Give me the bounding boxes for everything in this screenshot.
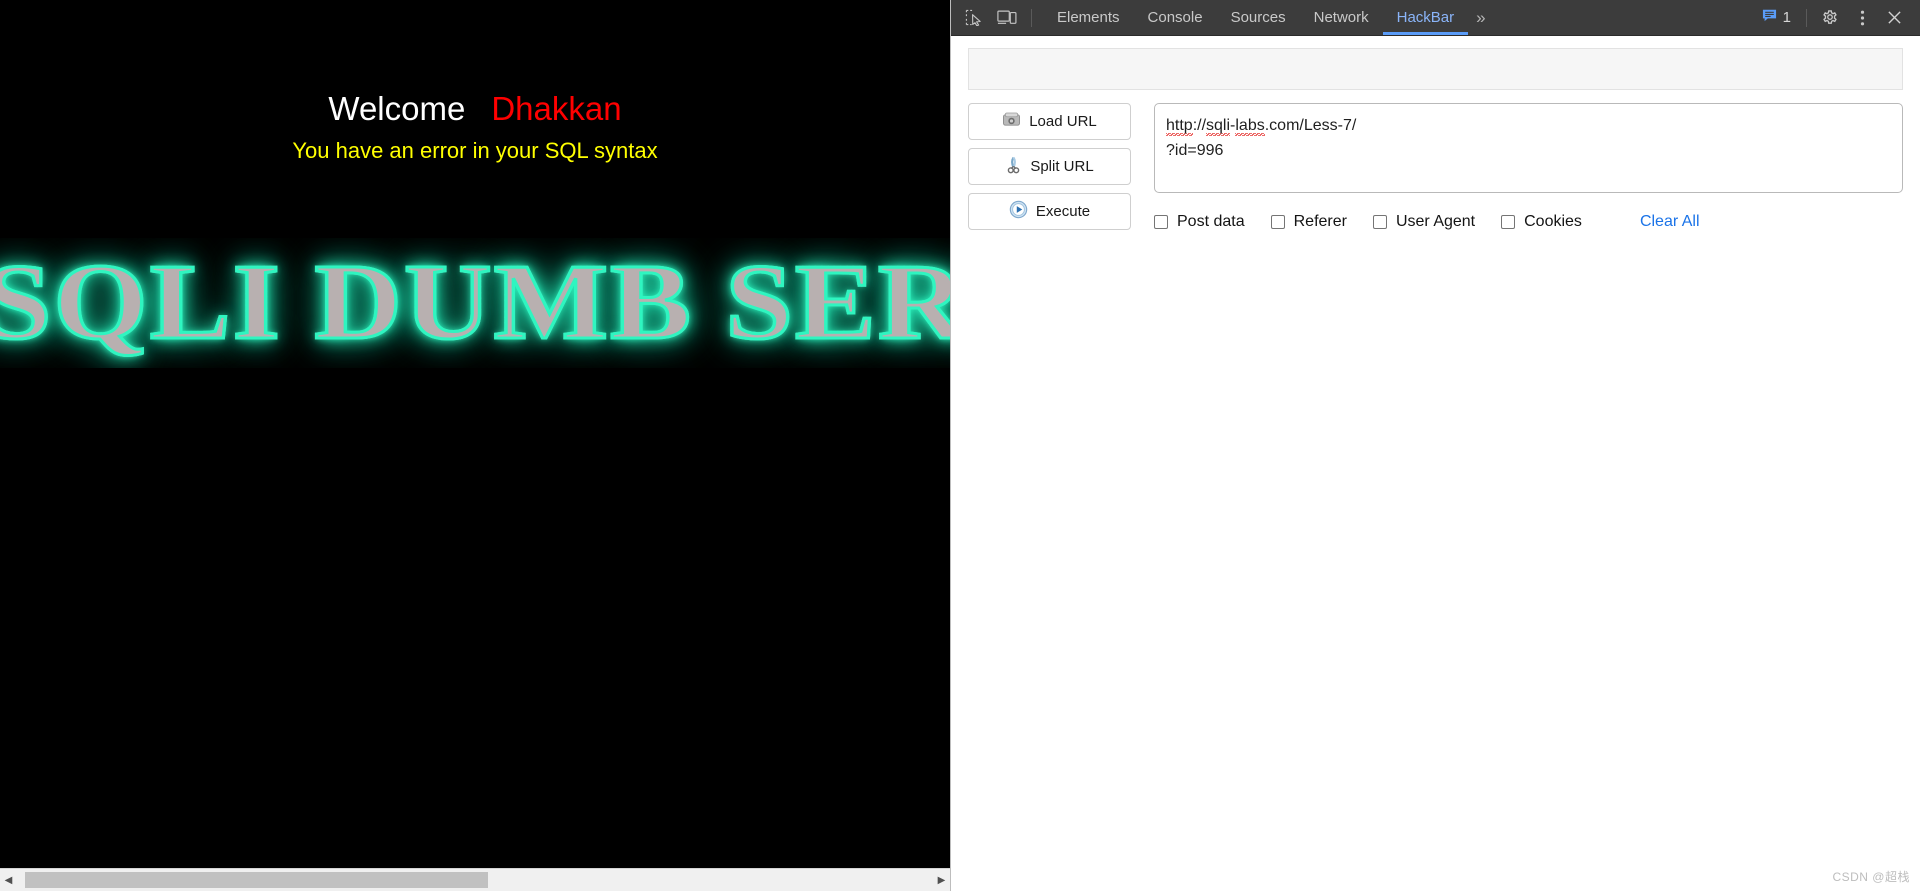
hackbar-body: Load URL Split URL Execute http://sqli-l… xyxy=(951,90,1920,231)
more-tabs-icon[interactable]: » xyxy=(1468,0,1493,35)
sql-error-message: You have an error in your SQL syntax xyxy=(292,138,658,163)
split-url-button[interactable]: Split URL xyxy=(968,148,1131,185)
execute-label: Execute xyxy=(1035,203,1091,220)
page-horizontal-scrollbar[interactable]: ◀ ▶ xyxy=(0,868,950,891)
hackbar-right-column: http://sqli-labs.com/Less-7/ ?id=996 Pos… xyxy=(1154,103,1903,231)
scissors-icon xyxy=(1005,156,1022,178)
tab-network[interactable]: Network xyxy=(1300,0,1383,35)
tab-elements[interactable]: Elements xyxy=(1043,0,1134,35)
user-agent-option[interactable]: User Agent xyxy=(1372,213,1476,231)
play-icon xyxy=(1009,200,1028,223)
scrollbar-thumb[interactable] xyxy=(25,872,488,888)
browser-page-pane: Welcome Dhakkan You have an error in your… xyxy=(0,0,950,891)
load-url-icon xyxy=(1002,112,1021,132)
sqli-banner: SQLI DUMB SERIES xyxy=(0,238,950,368)
referer-option[interactable]: Referer xyxy=(1270,213,1347,231)
cookies-label: Cookies xyxy=(1524,213,1582,230)
devtools-toolbar: Elements Console Sources Network HackBar… xyxy=(951,0,1920,36)
toolbar-divider-right xyxy=(1806,8,1807,27)
watermark: CSDN @超栈 xyxy=(1832,870,1910,884)
post-data-checkbox[interactable] xyxy=(1154,215,1168,229)
post-data-option[interactable]: Post data xyxy=(1154,213,1245,231)
inspect-element-icon[interactable] xyxy=(956,0,990,35)
url-scheme: http xyxy=(1166,117,1193,136)
welcome-username: Dhakkan xyxy=(491,90,622,127)
url-input[interactable]: http://sqli-labs.com/Less-7/ ?id=996 xyxy=(1154,103,1903,193)
url-line-1: http://sqli-labs.com/Less-7/ xyxy=(1166,113,1891,138)
kebab-menu-icon[interactable] xyxy=(1846,2,1878,34)
tab-sources[interactable]: Sources xyxy=(1217,0,1300,35)
url-host-part-2: labs xyxy=(1235,117,1265,136)
device-toolbar-icon[interactable] xyxy=(990,0,1024,35)
url-line-2: ?id=996 xyxy=(1166,142,1224,159)
console-message-icon xyxy=(1762,8,1777,28)
split-url-label: Split URL xyxy=(1030,158,1094,175)
hackbar-button-column: Load URL Split URL Execute xyxy=(968,103,1131,230)
cookies-checkbox[interactable] xyxy=(1501,215,1516,229)
gear-icon[interactable] xyxy=(1814,2,1846,34)
hackbar-output-box xyxy=(968,48,1903,90)
welcome-word: Welcome xyxy=(328,90,466,127)
referer-label: Referer xyxy=(1293,213,1347,230)
load-url-label: Load URL xyxy=(1029,113,1097,130)
tab-console[interactable]: Console xyxy=(1134,0,1217,35)
toolbar-divider xyxy=(1031,8,1032,27)
console-messages-button[interactable]: 1 xyxy=(1754,8,1799,28)
page-content: Welcome Dhakkan You have an error in your… xyxy=(0,0,950,868)
tab-hackbar[interactable]: HackBar xyxy=(1382,0,1469,35)
welcome-heading: Welcome Dhakkan xyxy=(0,92,950,125)
referer-checkbox[interactable] xyxy=(1270,215,1285,229)
user-agent-label: User Agent xyxy=(1395,213,1476,230)
scroll-left-arrow-icon[interactable]: ◀ xyxy=(0,869,17,891)
clear-all-link[interactable]: Clear All xyxy=(1640,213,1700,231)
hackbar-options-row: Post data Referer User Agent Cookies Cle… xyxy=(1154,213,1903,231)
url-path: .com/Less-7/ xyxy=(1264,117,1357,134)
scrollbar-track[interactable] xyxy=(17,869,933,891)
devtools-pane: Elements Console Sources Network HackBar… xyxy=(950,0,1920,891)
user-agent-checkbox[interactable] xyxy=(1372,215,1387,229)
scroll-right-arrow-icon[interactable]: ▶ xyxy=(933,869,950,891)
devtools-toolbar-right: 1 xyxy=(1754,0,1920,35)
url-host-part-1: sqli xyxy=(1206,117,1231,136)
screen-root: Welcome Dhakkan You have an error in your… xyxy=(0,0,1920,891)
console-message-count: 1 xyxy=(1782,9,1791,26)
url-sep: :// xyxy=(1192,117,1207,134)
hackbar-panel: Load URL Split URL Execute http://sqli-l… xyxy=(951,36,1920,891)
post-data-label: Post data xyxy=(1177,213,1245,230)
close-icon[interactable] xyxy=(1878,2,1910,34)
sqli-banner-text: SQLI DUMB SERIES xyxy=(0,238,950,368)
cookies-option[interactable]: Cookies xyxy=(1501,213,1582,231)
execute-button[interactable]: Execute xyxy=(968,193,1131,230)
load-url-button[interactable]: Load URL xyxy=(968,103,1131,140)
devtools-tab-bar: Elements Console Sources Network HackBar xyxy=(1043,0,1468,35)
